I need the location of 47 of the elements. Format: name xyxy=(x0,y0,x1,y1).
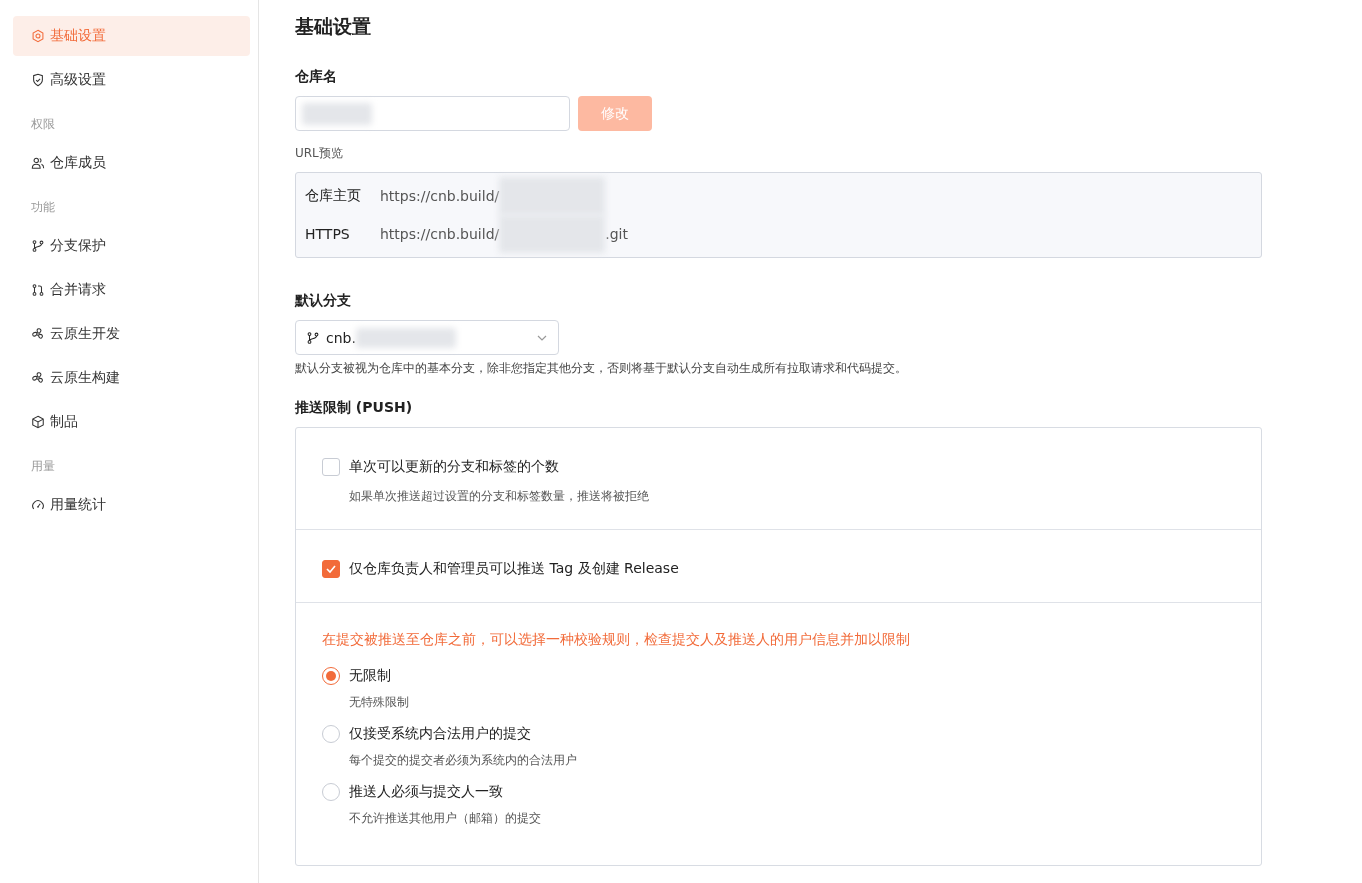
section-label: 推送限制 (PUSH) xyxy=(295,399,414,417)
users-icon xyxy=(31,156,45,170)
url-prefix: https://cnb.build/ xyxy=(380,188,500,204)
radio-label: 仅接受系统内合法用户的提交 xyxy=(349,725,531,743)
checkbox[interactable] xyxy=(322,560,340,578)
checkbox[interactable] xyxy=(322,458,340,476)
branch-icon xyxy=(306,330,320,345)
radio-description: 无特殊限制 xyxy=(349,694,410,711)
url-type-label: HTTPS xyxy=(305,226,351,242)
radio-label: 推送人必须与提交人一致 xyxy=(349,783,503,801)
sidebar-item[interactable]: 仓库成员 xyxy=(13,143,250,183)
sidebar-item[interactable]: 云原生构建 xyxy=(13,358,250,398)
branch-hint: 默认分支被视为仓库中的基本分支，除非您指定其他分支，否则将基于默认分支自动生成所有拉取请求和代码提交。 xyxy=(295,360,908,377)
check-icon xyxy=(325,563,337,575)
sidebar-item[interactable]: 高级设置 xyxy=(13,60,250,100)
radio-description: 不允许推送其他用户（邮箱）的提交 xyxy=(349,810,542,827)
gauge-icon xyxy=(31,498,45,512)
fan-icon xyxy=(31,371,45,385)
radio-label: 无限制 xyxy=(349,667,391,685)
sidebar-group-label: 功能 xyxy=(30,199,56,216)
url-type-label: 仓库主页 xyxy=(305,187,362,205)
settings-icon xyxy=(31,29,45,43)
url-prefix: https://cnb.build/ xyxy=(380,226,500,242)
merge-icon xyxy=(31,283,45,297)
sidebar-item[interactable]: 制品 xyxy=(13,402,250,442)
sidebar-group-label: 用量 xyxy=(30,458,56,475)
repo-name-field[interactable] xyxy=(295,96,570,131)
sidebar-group-label: 权限 xyxy=(30,116,56,133)
branch-icon xyxy=(31,239,45,253)
rule-note: 在提交被推送至仓库之前，可以选择一种校验规则，检查提交人及推送人的用户信息并加以限制 xyxy=(322,631,911,649)
sidebar-item[interactable]: 合并请求 xyxy=(13,270,250,310)
sidebar-item[interactable]: 用量统计 xyxy=(13,485,250,525)
page-title: 基础设置 xyxy=(295,14,372,39)
url-suffix: .git xyxy=(605,226,628,242)
field-label: 仓库名 xyxy=(295,68,338,86)
sidebar-item[interactable]: 云原生开发 xyxy=(13,314,250,354)
field-label: 默认分支 xyxy=(295,292,352,310)
checkbox-label: 仅仓库负责人和管理员可以推送 Tag 及创建 Release xyxy=(349,560,679,578)
cube-icon xyxy=(31,415,45,429)
radio-description: 每个提交的提交者必须为系统内的合法用户 xyxy=(349,752,578,769)
sidebar-item[interactable]: 分支保护 xyxy=(13,226,250,266)
fan-icon xyxy=(31,327,45,341)
url-preview-label: URL预览 xyxy=(295,145,344,162)
branch-select[interactable]: cnb. xyxy=(295,320,559,355)
checkbox-label: 单次可以更新的分支和标签的个数 xyxy=(349,458,559,476)
checkbox-description: 如果单次推送超过设置的分支和标签数量，推送将被拒绝 xyxy=(349,488,650,505)
shield-icon xyxy=(31,73,45,87)
